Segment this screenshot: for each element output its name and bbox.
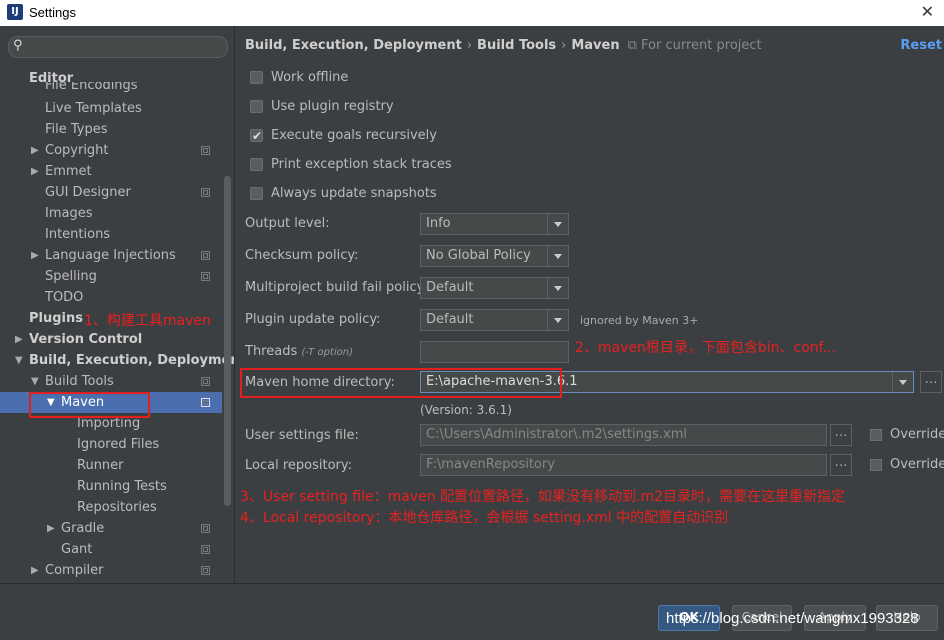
checksum-policy-label: Checksum policy:: [245, 248, 359, 263]
breadcrumb-part: Build, Execution, Deployment: [245, 38, 462, 53]
expand-arrow-icon[interactable]: ▶: [47, 518, 55, 539]
override-label: Override: [890, 457, 944, 472]
expand-arrow-icon[interactable]: ▶: [15, 329, 23, 350]
sidebar-item-ignored-files[interactable]: Ignored Files: [0, 434, 222, 455]
close-icon[interactable]: ✕: [921, 2, 934, 21]
local-repository-input[interactable]: F:\mavenRepository: [420, 454, 827, 476]
project-config-icon: [201, 272, 210, 281]
chevron-down-icon: [547, 214, 568, 234]
breadcrumb-part: Build Tools: [477, 38, 557, 53]
project-config-icon: [201, 377, 210, 386]
user-settings-input[interactable]: C:\Users\Administrator\.m2\settings.xml: [420, 424, 827, 446]
annotation-box-maven: [29, 392, 150, 418]
project-config-icon: [201, 545, 210, 554]
reset-link[interactable]: Reset: [900, 38, 942, 53]
project-config-icon: [201, 398, 210, 407]
chevron-down-icon: [892, 372, 913, 392]
sidebar-item-build-execution-deployment[interactable]: ▼ Build, Execution, Deployment: [0, 350, 234, 371]
chevron-down-icon: [547, 246, 568, 266]
annotation-3: 3、User setting file：maven 配置位置路径，如果没有移动到…: [240, 489, 846, 505]
sidebar-item-file-encodings[interactable]: File Encodings: [0, 82, 222, 96]
expand-arrow-icon[interactable]: ▶: [31, 560, 39, 581]
checksum-policy-select[interactable]: No Global Policy: [420, 245, 569, 267]
sidebar-item-compiler[interactable]: ▶ Compiler: [0, 560, 222, 581]
project-config-icon: [201, 524, 210, 533]
window-title: Settings: [29, 5, 76, 20]
sidebar-item-live-templates[interactable]: Live Templates: [0, 98, 222, 119]
sidebar-item-version-control[interactable]: ▶ Version Control: [0, 329, 222, 350]
sidebar-item-gradle[interactable]: ▶ Gradle: [0, 518, 222, 539]
fail-policy-label: Multiproject build fail policy:: [245, 280, 428, 295]
expand-arrow-icon[interactable]: ▶: [31, 161, 39, 182]
plugin-update-select[interactable]: Default: [420, 309, 569, 331]
checkmark-icon: ✔: [252, 129, 263, 143]
sidebar-item-images[interactable]: Images: [0, 203, 222, 224]
title-bar: IJ Settings ✕: [0, 0, 944, 26]
sidebar-item-intentions[interactable]: Intentions: [0, 224, 222, 245]
sidebar-item-running-tests[interactable]: Running Tests: [0, 476, 222, 497]
settings-sidebar: ⚲ Editor File Encodings Live Templates F…: [0, 26, 235, 583]
search-input[interactable]: ⚲: [8, 36, 228, 58]
sidebar-item-copyright[interactable]: ▶ Copyright: [0, 140, 222, 161]
override-label: Override: [890, 427, 944, 442]
threads-input[interactable]: [420, 341, 569, 363]
sidebar-item-runner[interactable]: Runner: [0, 455, 222, 476]
project-config-icon: [201, 188, 210, 197]
user-settings-label: User settings file:: [245, 428, 359, 443]
breadcrumb-part: Maven: [571, 38, 620, 53]
plugin-update-label: Plugin update policy:: [245, 312, 381, 327]
annotation-4: 4、Local repository：本地仓库路径，会根据 setting.xm…: [240, 510, 729, 526]
override-checkbox[interactable]: [870, 429, 882, 441]
sidebar-item-todo[interactable]: TODO: [0, 287, 222, 308]
sidebar-item-gant[interactable]: Gant: [0, 539, 222, 560]
output-level-select[interactable]: Info: [420, 213, 569, 235]
annotation-box-maven-home: [240, 368, 562, 398]
project-scope-label: ⧉ For current project: [627, 38, 762, 53]
sidebar-item-language-injections[interactable]: ▶ Language Injections: [0, 245, 222, 266]
sidebar-item-repositories[interactable]: Repositories: [0, 497, 222, 518]
fail-policy-select[interactable]: Default: [420, 277, 569, 299]
local-repository-label: Local repository:: [245, 458, 352, 473]
project-config-icon: [201, 146, 210, 155]
plugin-update-note: ignored by Maven 3+: [580, 314, 699, 327]
chevron-down-icon: [547, 310, 568, 330]
watermark-url: https://blog.csdn.net/wangmx1993328: [666, 610, 919, 627]
expand-arrow-icon[interactable]: ▶: [31, 140, 39, 161]
sidebar-item-emmet[interactable]: ▶ Emmet: [0, 161, 222, 182]
sidebar-item-file-types[interactable]: File Types: [0, 119, 222, 140]
output-level-label: Output level:: [245, 216, 330, 231]
threads-label: Threads (-T option): [245, 344, 353, 359]
override-checkbox[interactable]: [870, 459, 882, 471]
intellij-logo-icon: IJ: [7, 4, 23, 20]
project-config-icon: [201, 566, 210, 575]
annotation-2: 2、maven根目录，下面包含bin、conf...: [575, 340, 836, 356]
maven-version-label: (Version: 3.6.1): [420, 403, 512, 417]
annotation-1: 1、构建工具maven: [84, 313, 211, 329]
browse-button[interactable]: …: [830, 454, 852, 476]
chevron-down-icon: [547, 278, 568, 298]
project-config-icon: [201, 251, 210, 260]
sidebar-item-build-tools[interactable]: ▼ Build Tools: [0, 371, 222, 392]
collapse-arrow-icon[interactable]: ▼: [15, 350, 23, 371]
sidebar-item-spelling[interactable]: Spelling: [0, 266, 222, 287]
expand-arrow-icon[interactable]: ▶: [31, 245, 39, 266]
browse-button[interactable]: …: [830, 424, 852, 446]
breadcrumb: Build, Execution, Deployment › Build Tools…: [245, 38, 762, 53]
sidebar-item-gui-designer[interactable]: GUI Designer: [0, 182, 222, 203]
sidebar-scrollbar[interactable]: [224, 176, 231, 506]
search-icon: ⚲: [13, 38, 23, 53]
browse-button[interactable]: …: [920, 371, 942, 393]
collapse-arrow-icon[interactable]: ▼: [31, 371, 39, 392]
